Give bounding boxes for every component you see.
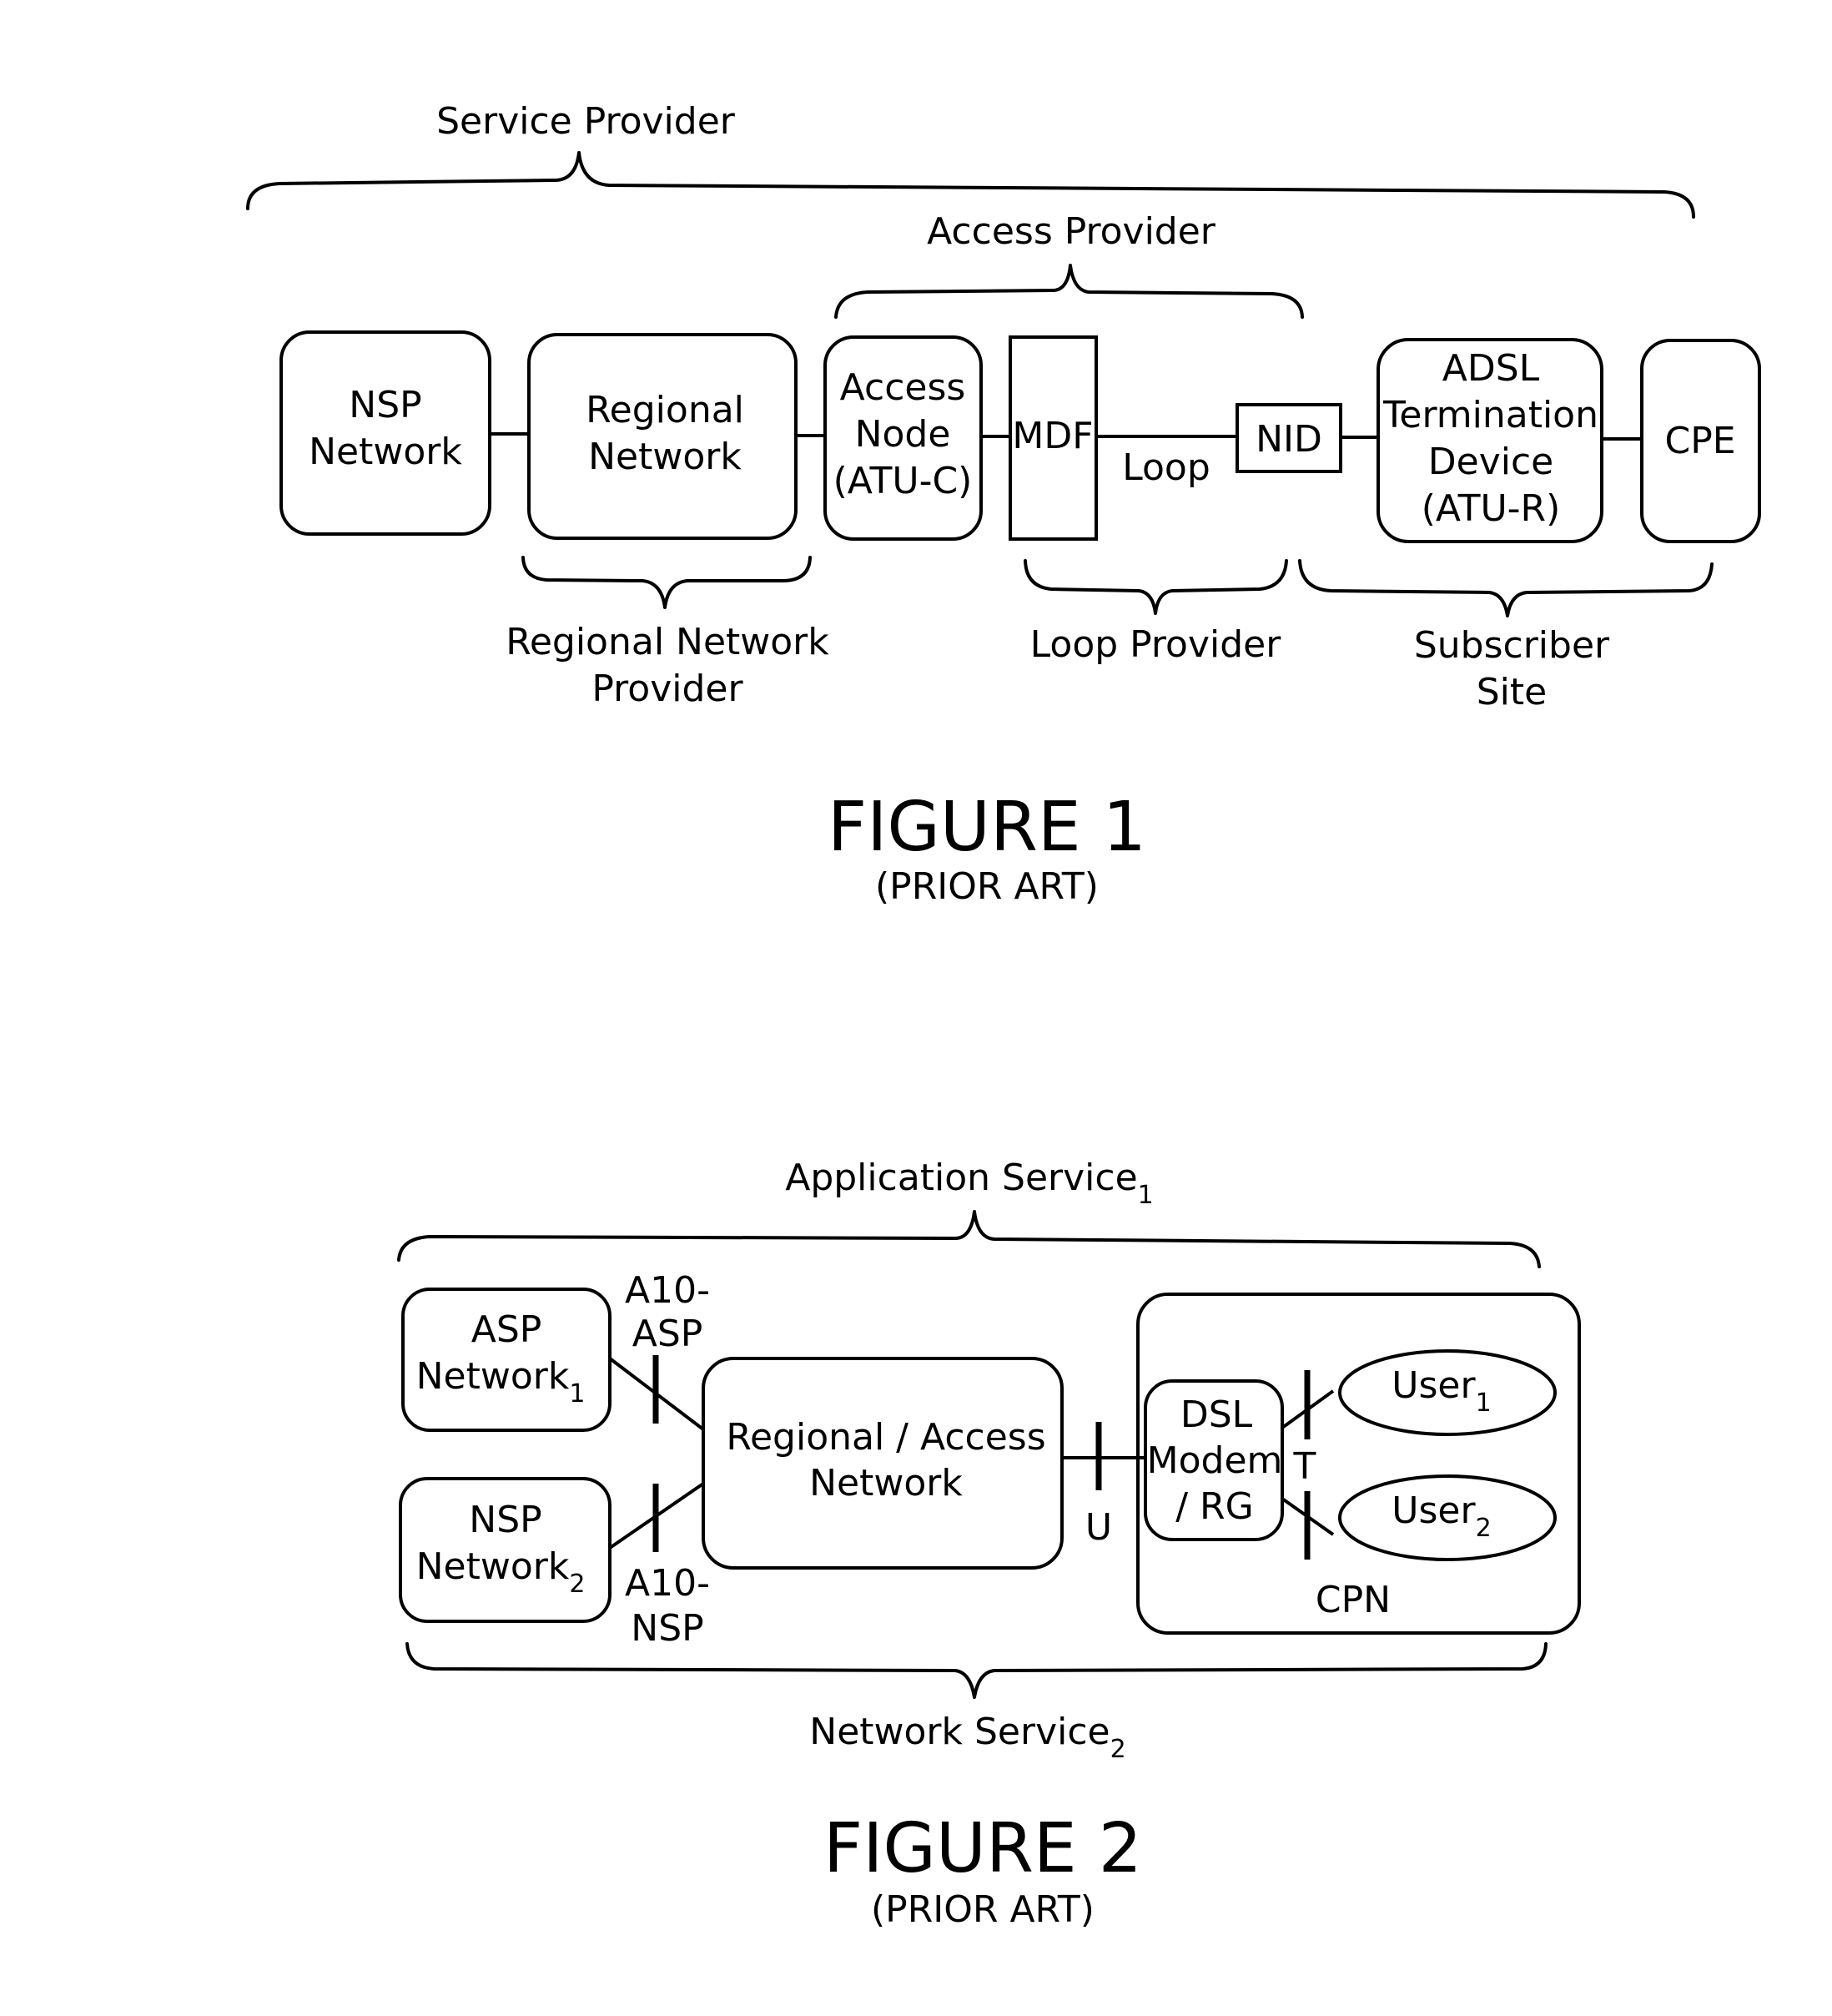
subscriber-site-brace bbox=[1298, 559, 1714, 617]
network-service-text: Network Service bbox=[809, 1711, 1110, 1753]
service-provider-label: Service Provider bbox=[436, 100, 736, 143]
a10-asp-label-1: A10- bbox=[625, 1269, 710, 1312]
patent-figures: Service Provider Access Provider NSP Net… bbox=[246, 100, 1761, 1931]
user-2-label: User2 bbox=[1392, 1489, 1491, 1543]
regional-access-network-label-1: Regional / Access bbox=[726, 1416, 1045, 1459]
loop-provider-brace bbox=[1024, 559, 1288, 615]
application-service-brace bbox=[397, 1210, 1541, 1268]
figure-1: Service Provider Access Provider NSP Net… bbox=[246, 100, 1761, 908]
cpe-label: CPE bbox=[1664, 420, 1735, 462]
figure-1-subcaption: (PRIOR ART) bbox=[875, 865, 1099, 908]
user-2-text: User bbox=[1392, 1489, 1476, 1532]
asp-network-label-1: ASP bbox=[471, 1308, 542, 1351]
regional-network-provider-label-1: Regional Network bbox=[506, 621, 829, 663]
regional-network-provider-label-2: Provider bbox=[591, 668, 743, 710]
application-service-label: Application Service1 bbox=[785, 1157, 1154, 1210]
user-2-subscript: 2 bbox=[1476, 1514, 1492, 1543]
nsp-network-2-text: Network bbox=[416, 1545, 570, 1588]
user-1-text: User bbox=[1392, 1364, 1476, 1407]
u-label: U bbox=[1085, 1506, 1112, 1549]
regional-network-label-2: Network bbox=[588, 436, 742, 478]
regional-network-label-1: Regional bbox=[586, 389, 744, 431]
user-1-label: User1 bbox=[1392, 1364, 1491, 1418]
dsl-modem-label-2: Modem bbox=[1147, 1439, 1283, 1482]
adsl-termination-label-1: ADSL bbox=[1442, 347, 1540, 390]
nsp-network-2-label-1: NSP bbox=[469, 1499, 541, 1541]
loop-label: Loop bbox=[1122, 446, 1210, 489]
nsp-network-2-label-2: Network2 bbox=[416, 1545, 586, 1599]
service-provider-brace bbox=[246, 151, 1695, 219]
access-node-label-2: Node bbox=[855, 413, 951, 456]
nsp-network-2-subscript: 2 bbox=[569, 1570, 585, 1599]
subscriber-site-label-2: Site bbox=[1477, 671, 1547, 713]
network-service-label: Network Service2 bbox=[809, 1711, 1125, 1764]
adsl-termination-label-3: Device bbox=[1428, 441, 1553, 483]
adsl-termination-label-4: (ATU-R) bbox=[1422, 487, 1561, 530]
figure-2-subcaption: (PRIOR ART) bbox=[871, 1888, 1095, 1931]
figure-1-caption: FIGURE 1 bbox=[828, 788, 1146, 867]
network-service-brace bbox=[405, 1642, 1548, 1699]
nid-label: NID bbox=[1256, 418, 1322, 461]
regional-network-provider-brace bbox=[521, 556, 812, 609]
nsp-network-label-2: Network bbox=[309, 431, 462, 473]
loop-provider-label: Loop Provider bbox=[1030, 623, 1282, 666]
nsp-network-label-1: NSP bbox=[349, 384, 421, 426]
cpn-label: CPN bbox=[1316, 1579, 1391, 1621]
access-provider-label: Access Provider bbox=[927, 210, 1216, 253]
access-node-label-3: (ATU-C) bbox=[833, 460, 973, 502]
a10-nsp-label-2: NSP bbox=[631, 1607, 703, 1650]
adsl-termination-label-2: Termination bbox=[1382, 394, 1598, 436]
figure-2-caption: FIGURE 2 bbox=[823, 1809, 1142, 1888]
access-node-label-1: Access bbox=[840, 366, 966, 409]
application-service-subscript: 1 bbox=[1138, 1181, 1154, 1210]
t-label: T bbox=[1293, 1445, 1316, 1488]
dsl-modem-label-3: / RG bbox=[1175, 1485, 1253, 1528]
mdf-label: MDF bbox=[1012, 415, 1093, 457]
figure-2: Application Service1 ASP Network1 NSP Ne… bbox=[397, 1157, 1581, 1931]
asp-network-label-2: Network1 bbox=[416, 1355, 586, 1409]
regional-access-network-label-2: Network bbox=[809, 1462, 963, 1504]
application-service-text: Application Service bbox=[785, 1157, 1137, 1199]
network-service-subscript: 2 bbox=[1110, 1735, 1126, 1764]
user-1-subscript: 1 bbox=[1476, 1389, 1492, 1418]
a10-asp-label-2: ASP bbox=[632, 1313, 703, 1355]
subscriber-site-label-1: Subscriber bbox=[1414, 624, 1610, 667]
a10-nsp-label-1: A10- bbox=[625, 1562, 710, 1605]
access-provider-brace bbox=[834, 264, 1304, 319]
asp-network-subscript: 1 bbox=[569, 1379, 585, 1409]
asp-network-text: Network bbox=[416, 1355, 570, 1398]
dsl-modem-label-1: DSL bbox=[1180, 1394, 1253, 1436]
